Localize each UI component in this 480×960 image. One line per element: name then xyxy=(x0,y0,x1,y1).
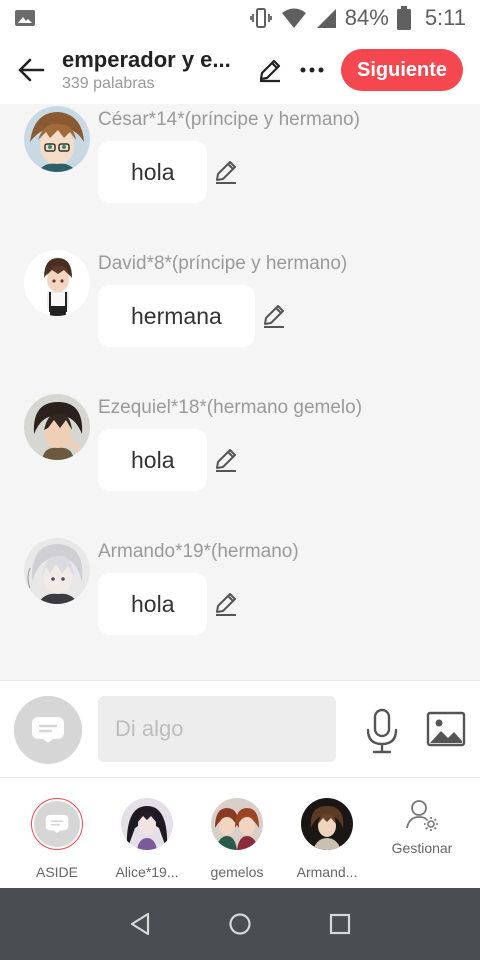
chat-bubble-icon xyxy=(45,814,69,834)
message-bubble[interactable]: hola xyxy=(98,573,208,635)
system-navigation-bar xyxy=(0,888,480,960)
back-button[interactable] xyxy=(0,36,62,104)
aside-mode-button[interactable] xyxy=(14,696,82,764)
character-name: Armando*19*(hermano) xyxy=(98,541,299,562)
character-label: Gestionar xyxy=(391,840,453,856)
message-list[interactable]: César*14*(príncipe y hermano) hola David… xyxy=(0,104,480,680)
character-name: César*14*(príncipe y hermano) xyxy=(98,109,360,130)
more-options-button[interactable] xyxy=(296,54,328,86)
nav-home-button[interactable] xyxy=(220,904,260,944)
avatar[interactable] xyxy=(24,394,90,460)
character-alice[interactable]: Alice*19... xyxy=(102,798,192,880)
character-avatar-image xyxy=(24,106,90,172)
image-notification-icon xyxy=(15,10,35,26)
next-button[interactable]: Siguiente xyxy=(341,49,463,91)
signal-icon xyxy=(316,9,336,28)
circle-home-icon xyxy=(229,913,251,935)
triangle-back-icon xyxy=(130,912,150,936)
avatar[interactable] xyxy=(24,250,90,316)
battery-icon xyxy=(396,6,411,30)
clock: 5:11 xyxy=(424,5,466,30)
message-bubble[interactable]: hermana xyxy=(98,285,255,347)
wifi-icon xyxy=(281,8,306,28)
word-count: 339 palabras xyxy=(62,75,155,92)
pencil-icon xyxy=(259,59,281,83)
more-horizontal-icon xyxy=(300,67,324,73)
character-name: Ezequiel*18*(hermano gemelo) xyxy=(98,397,363,418)
character-avatar-image xyxy=(24,250,90,316)
message-bubble[interactable]: hola xyxy=(98,429,208,491)
character-avatar-image xyxy=(24,394,90,460)
edit-message-icon[interactable] xyxy=(212,158,240,186)
arrow-left-icon xyxy=(18,58,45,82)
message-input[interactable] xyxy=(98,696,336,762)
avatar xyxy=(31,798,83,850)
chat-bubble-icon xyxy=(32,717,64,743)
message-bubble[interactable]: hola xyxy=(98,141,208,203)
character-gemelos[interactable]: gemelos xyxy=(192,798,282,880)
status-bar: 84% 5:11 xyxy=(0,0,480,36)
character-label: Armand... xyxy=(296,864,358,880)
character-label: Alice*19... xyxy=(115,864,179,880)
nav-recents-button[interactable] xyxy=(320,904,360,944)
avatar xyxy=(211,798,263,850)
character-avatar-image xyxy=(24,538,90,604)
character-label: ASIDE xyxy=(35,864,78,880)
character-avatar-image xyxy=(301,798,353,850)
character-name: David*8*(príncipe y hermano) xyxy=(98,253,348,274)
edit-message-icon[interactable] xyxy=(212,446,240,474)
character-avatar-image xyxy=(121,798,173,850)
avatar xyxy=(121,798,173,850)
square-recents-icon xyxy=(329,913,351,935)
character-label: gemelos xyxy=(210,864,264,880)
character-avatar-image xyxy=(211,798,263,850)
avatar xyxy=(301,798,353,850)
user-settings-icon xyxy=(406,800,438,831)
edit-message-icon[interactable] xyxy=(212,590,240,618)
battery-percent: 84% xyxy=(344,5,389,30)
image-picker-icon[interactable] xyxy=(426,709,466,749)
avatar[interactable] xyxy=(24,106,90,172)
avatar[interactable] xyxy=(24,538,90,604)
character-selector: ASIDE Alice*19... gemelos Armand... Gest… xyxy=(0,778,480,888)
character-aside[interactable]: ASIDE xyxy=(12,798,102,880)
character-armando[interactable]: Armand... xyxy=(282,798,372,880)
microphone-icon[interactable] xyxy=(362,708,402,754)
compose-bar xyxy=(0,680,480,778)
story-title-block: emperador y e... 339 palabras xyxy=(62,47,242,93)
nav-back-button[interactable] xyxy=(120,904,160,944)
vibrate-icon xyxy=(249,8,272,28)
edit-message-icon[interactable] xyxy=(260,302,288,330)
edit-title-button[interactable] xyxy=(254,54,286,86)
manage-characters-button[interactable]: Gestionar xyxy=(377,798,467,856)
story-title: emperador y e... xyxy=(62,47,231,72)
story-header: emperador y e... 339 palabras Siguiente xyxy=(0,36,480,104)
